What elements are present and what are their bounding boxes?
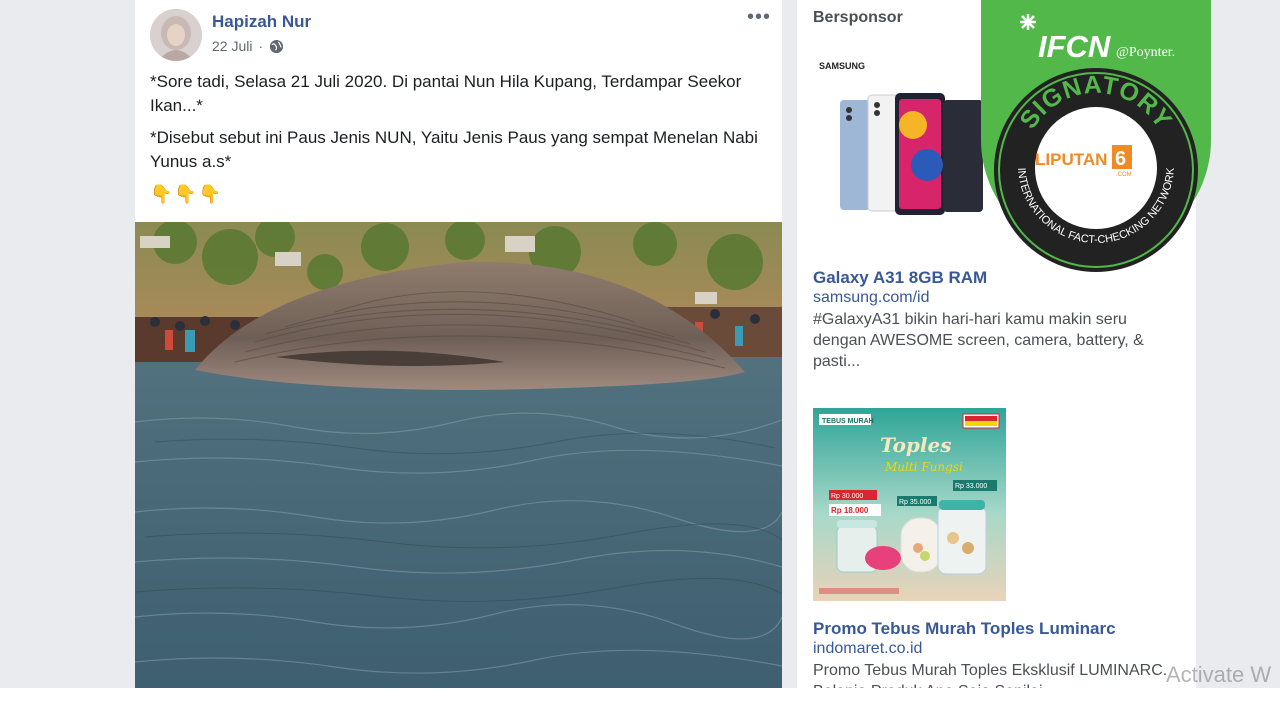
facebook-post: Hapizah Nur 22 Juli · ••• *Sore tadi, Se…: [135, 0, 782, 688]
sponsored-title: Bersponsor: [813, 9, 903, 26]
ifcn-star-icon: [1020, 14, 1036, 30]
ifcn-signatory-badge: IFCN @Poynter. SIGNATORY INTERNATIONAL F…: [981, 0, 1211, 282]
post-meta: 22 Juli ·: [212, 38, 284, 54]
toples-banner: TEBUS MURAH: [822, 418, 874, 425]
post-author[interactable]: Hapizah Nur: [212, 12, 311, 32]
post-photo-whale[interactable]: [135, 222, 782, 688]
ad-body: Promo Tebus Murah Toples Eksklusif LUMIN…: [813, 662, 1168, 688]
ad-body: #GalaxyA31 bikin hari-hari kamu makin se…: [813, 311, 1144, 370]
post-text-line: *Sore tadi, Selasa 21 Juli 2020. Di pant…: [150, 72, 742, 115]
ad-domain[interactable]: indomaret.co.id: [813, 640, 922, 658]
ifcn-partner: @Poynter.: [1116, 45, 1175, 60]
ad-headline[interactable]: Promo Tebus Murah Toples Luminarc: [813, 619, 1116, 639]
globe-icon: [270, 39, 284, 53]
avatar[interactable]: [150, 9, 202, 61]
ifcn-brand: IFCN: [1038, 29, 1111, 64]
activate-windows-watermark: Activate W: [1166, 662, 1272, 687]
ad-headline[interactable]: Galaxy A31 8GB RAM: [813, 268, 987, 288]
post-text-line: *Disebut sebut ini Paus Jenis NUN, Yaitu…: [150, 128, 758, 171]
liputan-domain: .COM: [1116, 172, 1132, 178]
toples-title: Toples: [880, 433, 952, 457]
liputan-brand: LIPUTAN: [1035, 150, 1107, 169]
ad-domain[interactable]: samsung.com/id: [813, 289, 930, 307]
bottom-strip: [0, 688, 1280, 720]
toples-price: Rp 35.000: [899, 499, 931, 506]
ad-image-toples[interactable]: TEBUS MURAH Toples Multi Fungsi Rp 30.00…: [813, 408, 1006, 601]
samsung-logo: SAMSUNG: [819, 61, 865, 71]
toples-price: Rp 33.000: [955, 483, 987, 490]
liputan-number: 6: [1115, 148, 1126, 170]
post-text: *Sore tadi, Selasa 21 Juli 2020. Di pant…: [150, 70, 770, 214]
toples-subtitle: Multi Fungsi: [884, 460, 963, 474]
toples-price: Rp 18.000: [831, 506, 869, 515]
pointing-emojis: 👇👇👇: [150, 184, 224, 204]
toples-price: Rp 30.000: [831, 493, 863, 500]
post-date[interactable]: 22 Juli: [212, 38, 252, 54]
more-options-button[interactable]: •••: [747, 6, 771, 29]
